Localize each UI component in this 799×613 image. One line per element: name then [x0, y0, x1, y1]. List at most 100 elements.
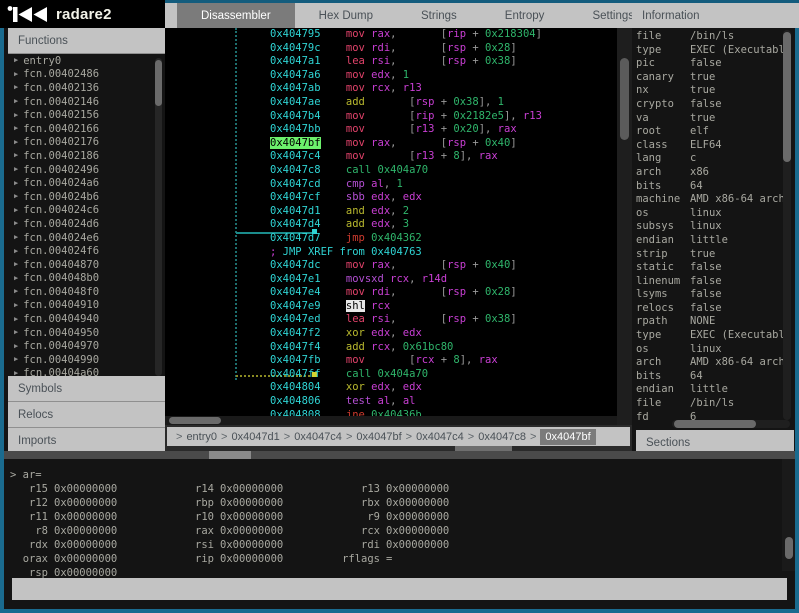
disassembly-line[interactable]: 0x4047d4 add edx, 3 [165, 218, 617, 232]
disassembly-vscrollbar[interactable] [617, 28, 632, 425]
breadcrumb-item[interactable]: 0x4047c8 [478, 431, 526, 443]
instruction-mnemonic[interactable]: mov [346, 110, 365, 122]
breadcrumb-item[interactable]: 0x4047bf [356, 431, 401, 443]
instruction-address[interactable]: 0x4047e1 [270, 273, 321, 285]
console-vscrollbar-thumb[interactable] [785, 537, 793, 559]
function-list-item[interactable]: ▶ fcn.00404990 [8, 353, 165, 367]
instruction-mnemonic[interactable]: mov [346, 137, 365, 149]
disassembly-line[interactable]: 0x4047dc mov rax, qword [rsp + 0x40] [165, 259, 617, 273]
breadcrumb-item[interactable]: 0x4047c4 [294, 431, 342, 443]
disassembly-line[interactable]: 0x404804 xor edx, edx [165, 381, 617, 395]
function-list-item[interactable]: ▶ fcn.004048b0 [8, 272, 165, 286]
disassembly-line[interactable]: 0x4047ab mov rcx, r13 [165, 82, 617, 96]
instruction-mnemonic[interactable]: cmp [346, 178, 365, 190]
breadcrumb[interactable]: > entry0 >0x4047d1 >0x4047c4 >0x4047bf >0x404… [167, 427, 630, 446]
instruction-mnemonic[interactable]: add [346, 341, 365, 353]
function-list-item[interactable]: ▶ fcn.00402146 [8, 95, 165, 109]
instruction-mnemonic[interactable]: jmp [346, 232, 365, 244]
function-list-item[interactable]: ▶ fcn.00402166 [8, 122, 165, 136]
breadcrumb-item[interactable]: 0x4047d1 [231, 431, 279, 443]
sidebar-section-relocs[interactable]: Relocs [8, 402, 165, 428]
function-list-item[interactable]: ▶ fcn.00402486 [8, 68, 165, 82]
instruction-address[interactable]: 0x4047cd [270, 178, 321, 190]
instruction-mnemonic[interactable]: xor [346, 381, 365, 393]
disassembly-line[interactable]: 0x404806 test al, al [165, 395, 617, 409]
function-list-scrollbar-thumb[interactable] [155, 60, 162, 106]
instruction-mnemonic[interactable]: shl [345, 299, 365, 312]
disassembly-vscrollbar-thumb[interactable] [620, 58, 629, 140]
instruction-address[interactable]: 0x4047c8 [270, 164, 321, 176]
instruction-mnemonic[interactable]: mov [346, 82, 365, 94]
function-list-item[interactable]: ▶ fcn.00404970 [8, 339, 165, 353]
instruction-mnemonic[interactable]: mov [346, 150, 365, 162]
function-list-item[interactable]: ▶ fcn.00404870 [8, 258, 165, 272]
instruction-address[interactable]: 0x4047d1 [270, 205, 321, 217]
instruction-address[interactable]: 0x4047ff [270, 368, 321, 380]
disassembly-line[interactable]: 0x4047c4 mov qword [r13 + 8], rax [165, 150, 617, 164]
instruction-mnemonic[interactable]: mov [346, 286, 365, 298]
function-list-item[interactable]: ▶ fcn.004024d6 [8, 217, 165, 231]
disassembly-line[interactable]: 0x4047e9 shl rcx [165, 299, 617, 314]
instruction-mnemonic[interactable]: mov [346, 259, 365, 271]
function-list-item[interactable]: ▶ fcn.00404950 [8, 326, 165, 340]
information-panel-header[interactable]: Information [632, 0, 799, 28]
information-vscrollbar-thumb[interactable] [783, 32, 791, 162]
instruction-mnemonic[interactable]: mov [346, 69, 365, 81]
disassembly-line[interactable]: 0x4047d1 and edx, 2 [165, 205, 617, 219]
instruction-mnemonic[interactable]: sbb [346, 191, 365, 203]
tab-hex-dump[interactable]: Hex Dump [295, 3, 397, 28]
disassembly-line[interactable]: 0x4047cf sbb edx, edx [165, 191, 617, 205]
disassembly-hscrollbar[interactable] [165, 416, 617, 425]
function-list[interactable]: ▶ entry0 ▶ fcn.00402486 ▶ fcn.00402136 ▶ fcn.00… [8, 54, 165, 376]
breadcrumb-item-current[interactable]: 0x4047bf [540, 428, 596, 445]
console-splitter-handle[interactable] [209, 451, 251, 459]
instruction-address[interactable]: 0x4047a1 [270, 55, 321, 67]
function-list-item[interactable]: ▶ fcn.00402176 [8, 136, 165, 150]
instruction-mnemonic[interactable]: lea [346, 313, 365, 325]
information-hscrollbar[interactable] [672, 420, 790, 428]
function-list-item[interactable]: ▶ fcn.00404940 [8, 312, 165, 326]
disassembly-line[interactable]: 0x4047a1 lea rsi, qword [rsp + 0x38] [165, 55, 617, 69]
instruction-address[interactable]: 0x40479c [270, 42, 321, 54]
instruction-address[interactable]: 0x4047f2 [270, 327, 321, 339]
disassembly-line[interactable]: 0x404795 mov rax, qword [rip + 0x218304] [165, 28, 617, 42]
function-list-item[interactable]: ▶ fcn.004024e6 [8, 231, 165, 245]
console-vscrollbar[interactable] [782, 459, 795, 571]
instruction-address[interactable]: 0x4047f4 [270, 341, 321, 353]
disassembly-line[interactable]: 0x4047bf mov rax, qword [rsp + 0x40] [165, 136, 617, 151]
function-list-item[interactable]: ▶ fcn.004024b6 [8, 190, 165, 204]
disassembly-line[interactable]: 0x40479c mov rdi, qword [rsp + 0x28] [165, 42, 617, 56]
instruction-mnemonic[interactable]: lea [346, 55, 365, 67]
instruction-mnemonic[interactable]: add [346, 218, 365, 230]
instruction-address[interactable]: 0x404795 [270, 28, 321, 40]
disassembly-panel[interactable]: 0x404795 mov rax, qword [rip + 0x218304]… [165, 28, 632, 425]
function-list-scrollbar[interactable] [155, 58, 162, 376]
instruction-address[interactable]: 0x4047fb [270, 354, 321, 366]
function-list-item[interactable]: ▶ fcn.00402136 [8, 81, 165, 95]
instruction-address[interactable]: 0x4047bb [270, 123, 321, 135]
instruction-mnemonic[interactable]: mov [346, 123, 365, 135]
command-input[interactable] [12, 578, 787, 600]
instruction-mnemonic[interactable]: test [346, 395, 371, 407]
instruction-address[interactable]: 0x4047b4 [270, 110, 321, 122]
instruction-address[interactable]: 0x4047d7 [270, 232, 321, 244]
disassembly-line[interactable]: 0x4047c8 call 0x404a70 [165, 164, 617, 178]
disassembly-line[interactable]: 0x4047e4 mov rdi, qword [rsp + 0x28] [165, 286, 617, 300]
disassembly-line[interactable]: 0x4047bb mov qword [r13 + 0x20], rax [165, 123, 617, 137]
information-vscrollbar[interactable] [783, 30, 791, 420]
function-list-item[interactable]: ▶ fcn.004024f6 [8, 244, 165, 258]
instruction-mnemonic[interactable]: mov [346, 42, 365, 54]
function-list-item[interactable]: ▶ fcn.00402496 [8, 163, 165, 177]
disassembly-line[interactable]: 0x4047ff call 0x404a70 [165, 368, 617, 382]
function-list-item[interactable]: ▶ fcn.00404a60 [8, 367, 165, 376]
disassembly-line[interactable]: 0x4047cd cmp al, 1 [165, 178, 617, 192]
disassembly-line[interactable]: 0x4047d7 jmp 0x404362 [165, 232, 617, 246]
instruction-mnemonic[interactable]: call [346, 368, 371, 380]
disassembly-line[interactable]: 0x4047a6 mov edx, 1 [165, 69, 617, 83]
instruction-address[interactable]: 0x4047ed [270, 313, 321, 325]
console-splitter[interactable] [4, 451, 795, 459]
instruction-address[interactable]: 0x4047e9 [270, 300, 321, 312]
instruction-address[interactable]: 0x4047dc [270, 259, 321, 271]
function-list-item[interactable]: ▶ fcn.004024a6 [8, 176, 165, 190]
instruction-address[interactable]: 0x4047a6 [270, 69, 321, 81]
